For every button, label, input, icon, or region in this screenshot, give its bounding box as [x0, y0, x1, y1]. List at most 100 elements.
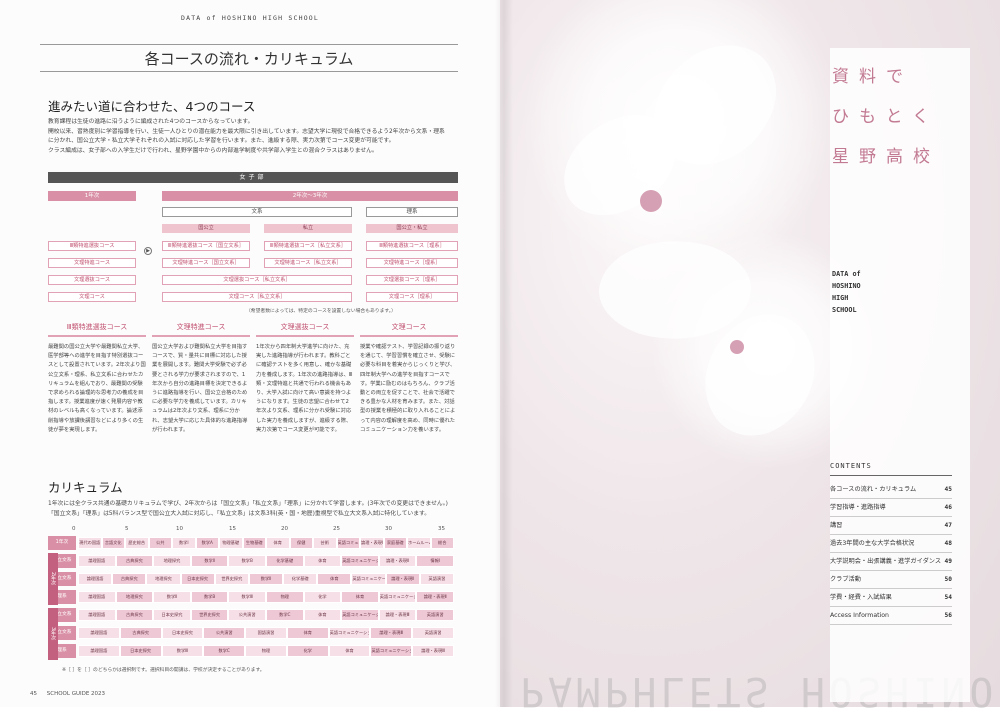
subject-cell: 公共演習: [228, 609, 266, 621]
intro-line: に分かれ、国公立大学・私立大学それぞれの入試に対応した学習を行います。また、進級…: [48, 138, 395, 144]
curriculum-row: 国立文系 論理国語 古典探究 日本史探究 世界史探究 公共演習 数学C 体育 英語コミュニケーシ…: [48, 608, 454, 622]
subject-cell: 保健: [289, 537, 313, 549]
subject-cell: 論理・表現Ⅲ: [370, 627, 413, 639]
curriculum-row: 理系論理国語日本史探究数学Ⅲ数学C物理化学体育英語コミュニケーションⅢ論理・表現…: [48, 644, 454, 658]
footer-guide: SCHOOL GUIDE 2023: [46, 691, 106, 697]
section-title-courses: 進みたい道に合わせた、4つのコース: [48, 99, 256, 114]
course-box: 文理選抜コース: [48, 275, 136, 285]
toc-item[interactable]: 学費・経費・入試結果 54: [830, 589, 952, 607]
vertical-title-line: ひもとく: [832, 107, 940, 127]
subject-cell: 数学C: [266, 609, 304, 621]
subject-cell: 公共演習: [203, 627, 246, 639]
course-box: Ⅲ類特進選抜コース［国立文系］: [162, 241, 250, 251]
subject-cell: 物理基礎: [219, 537, 243, 549]
subject-cell: 体育: [317, 573, 352, 585]
course-desc-text: 授業や確認テスト、学習記録の振り返りを通じて、学習習慣を確立させ、受験に必要な科…: [360, 344, 456, 433]
course-box: 文理選抜コース［私立文系］: [162, 275, 352, 285]
subject-cell: 物理: [266, 591, 304, 603]
toc-item[interactable]: クラブ活動 50: [830, 571, 952, 589]
subject-cell: 日本史探究: [153, 609, 191, 621]
shiritsu-header: 私立: [264, 224, 352, 233]
contents-divider: [830, 475, 952, 476]
toc-item[interactable]: 大学説明会・出張講義・進学ガイダンス 49: [830, 553, 952, 571]
subject-cell: 論理・表現Ⅰ: [360, 537, 384, 549]
side-label-year2: 2年次: [48, 553, 58, 605]
scale-tick: 5: [125, 526, 129, 532]
toc-item[interactable]: 過去3年間の主な大学合格状況 48: [830, 535, 952, 553]
scale-tick: 10: [176, 526, 183, 532]
toc-item[interactable]: Access Information 56: [830, 607, 952, 625]
intro-line: 「国立文系」「理系」は5科バランス型で国公立大入試に対応し、「私立文系」は文系3…: [48, 510, 431, 517]
subject-cell: 論理国語: [78, 555, 116, 567]
course-desc-2: 文理特進コース 国公立大学および難関私立大学を目指すコースで、質・量共に目標に対…: [152, 322, 250, 435]
toc-item[interactable]: 講習 47: [830, 517, 952, 535]
toc-title: 学習指導・進路指導: [830, 504, 886, 511]
footer: 45 SCHOOL GUIDE 2023: [30, 691, 105, 697]
subject-cell: 情報Ⅰ: [416, 555, 454, 567]
subject-cell: 歴史総合: [125, 537, 149, 549]
course-box: 文理特進コース［国立文系］: [162, 258, 250, 268]
subject-cell: 数学Ⅱ: [153, 591, 191, 603]
scale-tick: 20: [281, 526, 288, 532]
toc-item[interactable]: 学習指導・進路指導 46: [830, 499, 952, 517]
subject-cell: 日本史探究: [161, 627, 204, 639]
subject-cell: 体育: [266, 537, 290, 549]
course-desc-4: 文理コース 授業や確認テスト、学習記録の振り返りを通じて、学習習慣を確立させ、受…: [360, 322, 458, 435]
subject-cell: 体育: [303, 555, 342, 567]
subject-cell: 英語コミュニケーションⅠ: [336, 537, 360, 549]
subject-cell: 英語演習: [416, 609, 454, 621]
toc-title: 講習: [830, 522, 843, 529]
course-desc-text: 国公立大学および難関私立大学を目指すコースで、質・量共に目標に対応した授業を展開…: [152, 344, 248, 433]
subject-cell: ホームルーム: [407, 537, 431, 549]
curriculum-intro: 1年次には全クラス共通の基礎カリキュラムで学び、2年次からは「国立文系」「私立文…: [48, 500, 458, 519]
section-intro: 教育課程は生徒の進路に沿うように編成された4つのコースからなっています。 開校以…: [48, 118, 458, 156]
girls-division-band: 女子部: [48, 172, 458, 183]
subject-cell: 英語コミュニケーションⅢ: [341, 609, 379, 621]
intro-line: 1年次には全クラス共通の基礎カリキュラムで学び、2年次からは「国立文系」「私立文…: [48, 501, 448, 507]
subject-cell: 体育: [286, 627, 329, 639]
flow-footnote: （希望者数によっては、特定のコースを設置しない場合もあります。）: [246, 309, 396, 314]
course-desc-title: 文理コース: [360, 322, 458, 337]
vertical-title-line: 星野高校: [832, 147, 940, 167]
subject-cell: 英語コミュニケーションⅡ: [341, 555, 379, 567]
subject-cell: 言語文化: [101, 537, 125, 549]
page-title-box: 各コースの流れ・カリキュラム: [40, 44, 458, 72]
scale-tick: 35: [438, 526, 445, 532]
kokkoritsu-header: 国公立: [162, 224, 250, 233]
subject-cell: 芸術: [313, 537, 337, 549]
year1-bar: 1年次: [48, 191, 136, 201]
blossom-center: [730, 340, 744, 354]
header-label: DATA of HOSHINO HIGH SCHOOL: [180, 14, 320, 22]
curriculum-scale: 0 5 10 15 20 25 30 35: [48, 526, 458, 534]
subject-cell: 論理・表現Ⅲ: [378, 609, 417, 621]
page-number: 45: [30, 691, 37, 697]
left-page: DATA of HOSHINO HIGH SCHOOL 各コースの流れ・カリキュ…: [0, 0, 500, 707]
subject-cell: 数学Ⅰ: [172, 537, 196, 549]
data-of-block: DATA of HOSHINO HIGH SCHOOL: [832, 268, 861, 316]
subject-cell: 数学B: [228, 555, 266, 567]
toc-title: 大学説明会・出張講義・進学ガイダンス: [830, 558, 942, 565]
subject-cell: 数学Ⅱ: [190, 555, 229, 567]
data-of-line: HOSHINO: [832, 282, 861, 290]
toc-item[interactable]: 各コースの流れ・カリキュラム 45: [830, 481, 952, 499]
data-of-line: HIGH: [832, 294, 849, 302]
course-box: Ⅲ類特進選抜コース［私立文系］: [264, 241, 352, 251]
course-box: Ⅲ類特進選抜コース: [48, 241, 136, 251]
subject-cell: 体育: [303, 609, 342, 621]
course-desc-title: 文理選抜コース: [256, 322, 354, 337]
course-desc-text: 1年次から四年制大学進学に向けた、充実した進路指導が行われます。教科ごとに確認テ…: [256, 344, 353, 433]
year23-bar: 2年次〜3年次: [162, 191, 458, 201]
subject-cell: 地理探究: [146, 573, 181, 585]
subject-cell: 論理国語: [78, 591, 116, 603]
subject-cell: 世界史探究: [214, 573, 249, 585]
subject-cell: 日本史探究: [119, 645, 162, 657]
scale-tick: 0: [72, 526, 76, 532]
toc-title: 各コースの流れ・カリキュラム: [830, 486, 917, 493]
curriculum-row: 理系論理国語地理探究数学Ⅱ数学B数学Ⅲ物理化学体育英語コミュニケーションⅡ論理・…: [48, 590, 454, 604]
subject-cell: 公共: [148, 537, 172, 549]
subject-cell: 数学B: [190, 591, 229, 603]
subject-cell: 地理探究: [153, 555, 191, 567]
subject-cell: 家庭基礎: [383, 537, 407, 549]
scale-tick: 15: [229, 526, 236, 532]
side-label-year3: 3年次: [48, 608, 58, 660]
